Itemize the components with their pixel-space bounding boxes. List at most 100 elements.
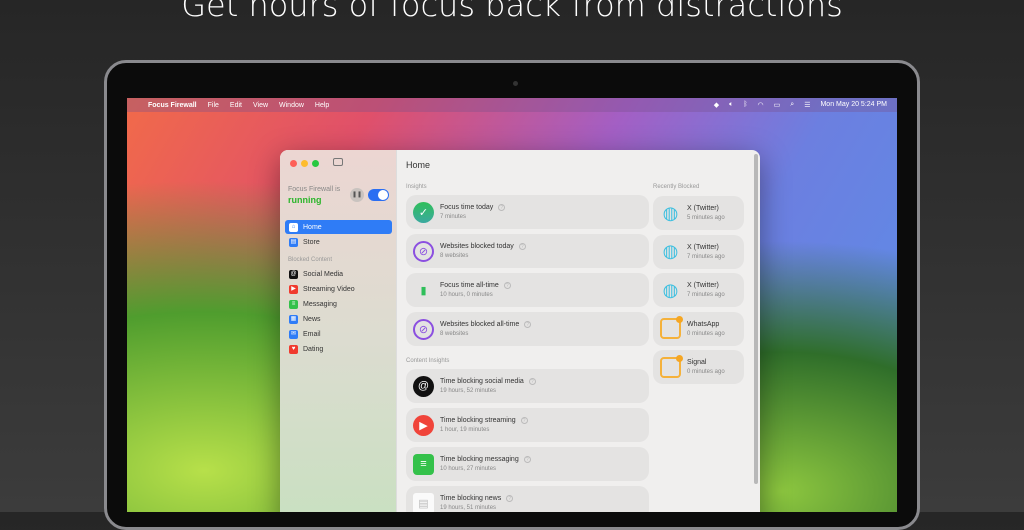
- minimize-button[interactable]: [301, 160, 308, 167]
- card-title: Signal: [687, 359, 707, 366]
- insight-card[interactable]: ▮ Focus time all-time? 10 hours, 0 minutes: [406, 273, 649, 307]
- desktop: Focus Firewall File Edit View Window Hel…: [127, 98, 897, 512]
- sidebar-item-dating[interactable]: ♥ Dating: [285, 342, 392, 356]
- help-icon[interactable]: ?: [523, 456, 531, 463]
- recently-blocked-item[interactable]: ◍ X (Twitter) 5 minutes ago: [653, 196, 744, 230]
- wifi-icon[interactable]: ◠: [758, 101, 764, 109]
- card-title: Time blocking social media: [440, 378, 524, 385]
- menu-help[interactable]: Help: [315, 102, 329, 109]
- help-icon[interactable]: ?: [524, 321, 532, 328]
- menu-app[interactable]: Focus Firewall: [148, 102, 197, 109]
- blocked-globe-icon: ⊘: [413, 240, 434, 262]
- nav-label: Messaging: [303, 300, 337, 308]
- help-icon[interactable]: ?: [506, 495, 514, 502]
- house-icon: ⌂: [289, 222, 298, 232]
- message-icon: ≡: [289, 299, 298, 309]
- control-center-icon[interactable]: ☰: [804, 101, 810, 109]
- menu-bar: Focus Firewall File Edit View Window Hel…: [127, 98, 897, 112]
- store-icon: ▤: [289, 237, 298, 247]
- globe-icon: ◍: [662, 202, 679, 223]
- enable-toggle[interactable]: [368, 189, 389, 201]
- card-title: X (Twitter): [687, 243, 719, 251]
- content-insight-card[interactable]: ▤ Time blocking news? 19 hours, 51 minutes: [406, 486, 649, 512]
- zoom-button[interactable]: [312, 160, 319, 167]
- app-notification-icon: [660, 354, 683, 378]
- card-title: Time blocking news: [440, 495, 502, 502]
- card-value: 10 hours, 0 minutes: [440, 292, 493, 298]
- recently-blocked-item[interactable]: ◍ X (Twitter) 7 minutes ago: [653, 234, 744, 269]
- news-icon: ▤: [413, 492, 434, 512]
- card-value: 5 minutes ago: [687, 215, 725, 221]
- content-insight-card[interactable]: @ Time blocking social media? 19 hours, 52…: [406, 369, 649, 403]
- card-title: Time blocking streaming: [440, 417, 516, 424]
- help-icon[interactable]: ?: [503, 282, 511, 289]
- help-icon[interactable]: ?: [528, 378, 536, 385]
- card-title: Focus time all-time: [440, 282, 499, 289]
- insights-header: Insights: [406, 184, 427, 190]
- content-insights-header: Content Insights: [406, 358, 450, 364]
- sidebar-item-home[interactable]: ⌂ Home: [285, 220, 392, 234]
- content-insight-card[interactable]: ≡ Time blocking messaging? 10 hours, 27 mi…: [406, 447, 649, 481]
- card-value: 19 hours, 52 minutes: [440, 388, 497, 394]
- checkmark-icon: ✓: [413, 201, 434, 223]
- status-value: running: [288, 195, 322, 205]
- focus-status-icon[interactable]: ◆: [714, 101, 719, 109]
- sidebar-item-store[interactable]: ▤ Store: [285, 235, 392, 249]
- scrollbar[interactable]: [754, 154, 758, 484]
- blocked-globe-icon: ⊘: [413, 318, 434, 340]
- recent-header: Recently Blocked: [653, 184, 700, 190]
- card-title: Focus time today: [440, 204, 494, 211]
- insight-card[interactable]: ✓ Focus time today? 7 minutes: [406, 195, 649, 229]
- card-value: 19 hours, 51 minutes: [440, 505, 497, 511]
- pause-button[interactable]: ❚❚: [350, 188, 364, 202]
- app-window: Focus Firewall is running ❚❚ ⌂ Home ▤ Stor…: [280, 150, 760, 512]
- play-icon: ▶: [289, 284, 298, 294]
- card-title: Websites blocked all-time: [440, 321, 520, 328]
- clock[interactable]: Mon May 20 5:24 PM: [820, 101, 887, 109]
- sidebar-item-news[interactable]: ▦ News: [285, 312, 392, 326]
- nav-label: Home: [303, 223, 322, 231]
- recently-blocked-item[interactable]: Signal 0 minutes ago: [653, 350, 744, 384]
- card-value: 0 minutes ago: [687, 369, 725, 375]
- help-icon[interactable]: ?: [520, 417, 528, 424]
- menu-view[interactable]: View: [253, 102, 268, 109]
- search-icon[interactable]: ⌕: [790, 101, 794, 109]
- recently-blocked-item[interactable]: WhatsApp 0 minutes ago: [653, 311, 744, 346]
- sidebar-item-email[interactable]: ✉ Email: [285, 327, 392, 341]
- nav-label: Social Media: [303, 270, 344, 278]
- card-title: X (Twitter): [687, 205, 719, 212]
- sidebar-item-messaging[interactable]: ≡ Messaging: [285, 297, 392, 311]
- insight-card[interactable]: ⊘ Websites blocked all-time? 8 websites: [406, 312, 649, 346]
- content-insight-card[interactable]: ▶ Time blocking streaming? 1 hour, 19 minu…: [406, 408, 649, 442]
- recently-blocked-item[interactable]: ◍ X (Twitter) 7 minutes ago: [653, 273, 744, 307]
- status-label: Focus Firewall is: [288, 186, 341, 193]
- card-title: X (Twitter): [687, 282, 719, 289]
- bluetooth-icon[interactable]: ᛒ: [743, 101, 747, 109]
- battery-icon[interactable]: ▭: [774, 101, 781, 109]
- globe-icon: ◍: [662, 241, 679, 261]
- play-icon: ▶: [413, 414, 434, 436]
- insight-card[interactable]: ⊘ Websites blocked today? 8 websites: [406, 234, 649, 268]
- card-value: 7 minutes ago: [687, 253, 725, 260]
- globe-icon: ◍: [662, 279, 679, 300]
- menu-window[interactable]: Window: [279, 102, 304, 109]
- card-value: 10 hours, 27 minutes: [440, 466, 497, 472]
- card-value: 1 hour, 19 minutes: [440, 427, 490, 433]
- menu-edit[interactable]: Edit: [230, 102, 242, 109]
- help-icon[interactable]: ?: [518, 243, 526, 250]
- nav-label: Email: [303, 330, 321, 338]
- bar-chart-icon: ▮: [420, 284, 427, 297]
- sidebar-item-social-media[interactable]: @ Social Media: [285, 267, 392, 281]
- help-icon[interactable]: ?: [498, 204, 506, 211]
- sidebar-toggle-icon[interactable]: [333, 158, 343, 166]
- menu-file[interactable]: File: [208, 102, 219, 109]
- sidebar-item-streaming-video[interactable]: ▶ Streaming Video: [285, 282, 392, 296]
- card-title: Websites blocked today: [440, 243, 514, 250]
- camera: [513, 81, 518, 86]
- card-value: 8 websites: [440, 253, 469, 259]
- volume-icon[interactable]: 🔈︎: [729, 101, 733, 109]
- nav-label: News: [303, 315, 321, 323]
- close-button[interactable]: [290, 160, 297, 167]
- at-icon: @: [289, 269, 298, 279]
- card-value: 0 minutes ago: [687, 330, 725, 337]
